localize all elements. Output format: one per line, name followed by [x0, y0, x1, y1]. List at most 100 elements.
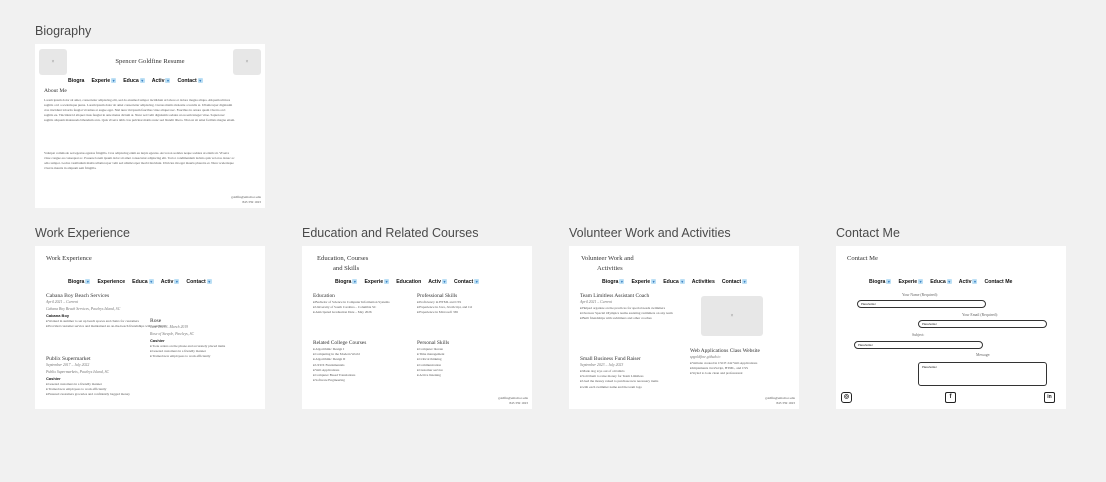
list-item: Styled to look clean and professional	[690, 371, 757, 376]
linkedin-icon[interactable]: in	[1044, 392, 1055, 403]
dropdown-icon: ▾	[441, 279, 447, 285]
nav-experience[interactable]: Experience	[97, 279, 125, 285]
activity-dates: September 2023 – July 2023	[580, 363, 624, 367]
activity-link[interactable]: spgoldfine.github.io	[690, 355, 720, 359]
page-title: Contact Me	[847, 255, 878, 262]
nav-bar: Biogra Experie ▾ Educa ▾ Activ ▾ Contact ▾	[68, 78, 203, 84]
list-item: Built friendships with swimmers and othe…	[580, 316, 673, 321]
nav-activities[interactable]: Activ ▾	[428, 279, 447, 285]
frame-label-education: Education and Related Courses	[302, 226, 479, 240]
dropdown-icon: ▾	[474, 279, 480, 285]
nav-contact[interactable]: Contact Me	[984, 279, 1012, 285]
job-title: Cabana Boy Beach Services	[46, 293, 110, 299]
courses-list: Algorithmic Design I Computing in the Mo…	[313, 347, 360, 383]
page-title: Work Experience	[46, 255, 92, 262]
nav-contact[interactable]: Contact ▾	[186, 279, 212, 285]
frame-label-work: Work Experience	[35, 226, 130, 240]
job-dates: June 2018 – March 2019	[150, 325, 189, 329]
dropdown-icon: ▾	[651, 279, 657, 285]
nav-activities[interactable]: Activ ▾	[959, 279, 978, 285]
nav-biography[interactable]: Biogra ▾	[602, 279, 625, 285]
section-title: Education	[313, 293, 335, 299]
list-item: Used the money raised to purchase new ne…	[580, 379, 658, 384]
nav-education[interactable]: Educa ▾	[132, 279, 154, 285]
dropdown-icon: ▾	[619, 279, 625, 285]
nav-contact[interactable]: Contact ▾	[177, 78, 203, 84]
dropdown-icon: ▾	[165, 78, 171, 84]
biography-frame[interactable]: × × Spencer Goldfine Resume Biogra Exper…	[35, 44, 265, 208]
nav-experience[interactable]: Experie ▾	[631, 279, 657, 285]
nav-activities[interactable]: Activ ▾	[152, 78, 171, 84]
education-list: Bachelor of Science in Computer Informat…	[313, 300, 389, 316]
work-frame[interactable]: Work Experience Biogra ▾ Experience Educa…	[35, 246, 265, 409]
dropdown-icon: ▾	[139, 78, 145, 84]
footer-contact: goldfin@email.sc.edu 843 359 1023	[765, 396, 795, 406]
message-textarea[interactable]: Placeholder	[918, 362, 1047, 386]
list-item: Ensured customers groceries and confiden…	[46, 392, 130, 397]
job-bullets: Took orders on the phone and accurately …	[150, 344, 225, 360]
dropdown-icon: ▾	[886, 279, 892, 285]
name-input[interactable]: Placeholder	[857, 300, 986, 308]
education-frame[interactable]: Education, Courses and Skills Biogra ▾ Ex…	[302, 246, 532, 409]
nav-education[interactable]: Educa ▾	[663, 279, 685, 285]
instagram-icon[interactable]: ◎	[841, 392, 852, 403]
activity-title: Web Applications Class Website	[690, 348, 760, 354]
footer-contact: goldfin@email.sc.edu 843 359 1023	[231, 195, 261, 205]
paragraph: Volutpat commodo sed egestas egestas fri…	[44, 151, 235, 170]
dropdown-icon: ▾	[972, 279, 978, 285]
frame-label-contact: Contact Me	[836, 226, 900, 240]
dropdown-icon: ▾	[197, 78, 203, 84]
job-place: Rose of Steeple, Pawleys, SC	[150, 332, 195, 336]
list-item: Software Engineering	[313, 378, 360, 383]
job-place: Publix Supermarkets, Pawleys Island, SC	[46, 370, 110, 374]
footer-contact: goldfin@email.sc.edu 843 359 1023	[498, 396, 528, 406]
job-dates: September 2017 – July 2022	[46, 363, 90, 367]
nav-bar: Biogra ▾ Experie ▾ Education Activ ▾ Contac…	[335, 279, 480, 285]
nav-education[interactable]: Education	[396, 279, 421, 285]
nav-activities[interactable]: Activ ▾	[161, 279, 180, 285]
nav-contact[interactable]: Contact ▾	[454, 279, 480, 285]
contact-frame[interactable]: Contact Me Biogra ▾ Experie ▾ Educa ▾ Activ…	[836, 246, 1066, 409]
dropdown-icon: ▾	[946, 279, 952, 285]
nav-experience[interactable]: Experie ▾	[91, 78, 117, 84]
email-input[interactable]: Placeholder	[918, 320, 1047, 328]
dropdown-icon: ▾	[85, 279, 91, 285]
job-place: Cabana Boy Beach Services, Pawleys Islan…	[46, 307, 121, 311]
activity-bullets: Website created in CSCE 242 Web Applicat…	[690, 361, 757, 377]
prof-skills-list: Proficiency in HTML and CSS Experience i…	[417, 300, 472, 316]
activity-title: Team Limitless Assistant Coach	[580, 293, 650, 299]
job-title: Publix Supermarket	[46, 356, 91, 362]
nav-biography[interactable]: Biogra ▾	[869, 279, 892, 285]
frame-label-volunteer: Volunteer Work and Activities	[569, 226, 731, 240]
nav-activities[interactable]: Activities	[692, 279, 715, 285]
personal-skills-list: Computer literate Time management Critic…	[417, 347, 444, 378]
nav-bar: Biogra ▾ Experie ▾ Educa ▾ Activities Conta…	[602, 279, 748, 285]
list-item: Trained new employees to work efficientl…	[150, 354, 225, 359]
nav-experience[interactable]: Experie ▾	[364, 279, 390, 285]
job-bullets: Greeted customers in a friendly manner T…	[46, 382, 130, 398]
nav-education[interactable]: Educa ▾	[930, 279, 952, 285]
nav-biography[interactable]: Biogra ▾	[68, 279, 91, 285]
nav-contact[interactable]: Contact ▾	[722, 279, 748, 285]
nav-biography[interactable]: Biogra	[68, 78, 84, 84]
footer-phone: 843 359 1023	[242, 199, 261, 204]
subject-label: Subject:	[912, 333, 925, 337]
facebook-icon[interactable]: f	[945, 392, 956, 403]
image-placeholder: ×	[701, 296, 763, 336]
activity-bullets: Helped organize on the practices for spe…	[580, 306, 673, 322]
list-item: with each swimmer name and the team logo	[580, 385, 658, 390]
job-title: Rose	[150, 318, 162, 324]
nav-experience[interactable]: Experie ▾	[898, 279, 924, 285]
section-title: Related College Courses	[313, 340, 367, 346]
nav-biography[interactable]: Biogra ▾	[335, 279, 358, 285]
nav-education[interactable]: Educa ▾	[123, 78, 145, 84]
subject-input[interactable]: Placeholder	[854, 341, 983, 349]
activity-dates: April 2021 – Current	[580, 300, 613, 304]
activity-title: Small Business Fund Raiser	[580, 356, 641, 362]
dropdown-icon: ▾	[352, 279, 358, 285]
section-title: Professional Skills	[417, 293, 458, 299]
paragraph: Lorem ipsum dolor sit amet, consectetur …	[44, 98, 235, 122]
volunteer-frame[interactable]: Volunteer Work and Activities Biogra ▾ Ex…	[569, 246, 799, 409]
footer-phone: 843 359 1023	[776, 400, 795, 405]
list-item: Experience in Microsoft 365	[417, 310, 472, 315]
